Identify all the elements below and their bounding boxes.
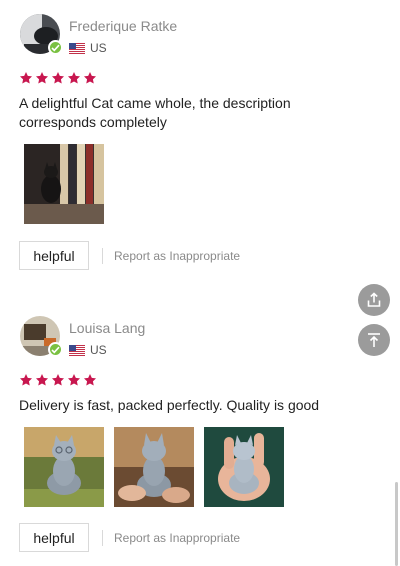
- avatar: [20, 316, 63, 357]
- star-rating: [19, 373, 97, 387]
- review-photo[interactable]: [24, 144, 104, 224]
- reviewer-country: US: [69, 343, 107, 357]
- review-text: A delightful Cat came whole, the descrip…: [19, 95, 291, 130]
- divider: [102, 247, 103, 264]
- review-text: Delivery is fast, packed perfectly. Qual…: [19, 397, 320, 413]
- back-to-top-icon: [368, 333, 380, 347]
- divider: [102, 529, 103, 546]
- scrollbar[interactable]: [395, 482, 398, 566]
- star-icon: [83, 71, 97, 85]
- report-link[interactable]: Report as Inappropriate: [114, 531, 240, 545]
- review-photos: [24, 427, 284, 507]
- helpful-button[interactable]: helpful: [19, 241, 89, 270]
- review-photo[interactable]: [24, 427, 104, 507]
- verified-badge-icon: [48, 40, 63, 55]
- review-photos: [24, 144, 104, 224]
- country-label: US: [90, 343, 107, 357]
- share-icon: [367, 292, 381, 307]
- star-icon: [19, 373, 33, 387]
- verified-badge-icon: [48, 342, 63, 357]
- avatar: [20, 14, 63, 55]
- share-button[interactable]: [358, 284, 390, 316]
- reviewer-name: Frederique Ratke: [69, 18, 178, 34]
- reviewer-country: US: [69, 41, 107, 55]
- review-photo[interactable]: [114, 427, 194, 507]
- helpful-button[interactable]: helpful: [19, 523, 89, 552]
- star-icon: [51, 373, 65, 387]
- star-icon: [35, 71, 49, 85]
- us-flag-icon: [69, 43, 85, 54]
- star-icon: [83, 373, 97, 387]
- report-link[interactable]: Report as Inappropriate: [114, 249, 240, 263]
- back-to-top-button[interactable]: [358, 324, 390, 356]
- star-icon: [67, 373, 81, 387]
- reviewer-name: Louisa Lang: [69, 320, 146, 336]
- star-icon: [19, 71, 33, 85]
- star-rating: [19, 71, 97, 85]
- review-photo[interactable]: [204, 427, 284, 507]
- us-flag-icon: [69, 345, 85, 356]
- star-icon: [67, 71, 81, 85]
- star-icon: [35, 373, 49, 387]
- star-icon: [51, 71, 65, 85]
- country-label: US: [90, 41, 107, 55]
- review-actions: helpful Report as Inappropriate: [19, 241, 240, 270]
- review-actions: helpful Report as Inappropriate: [19, 523, 240, 552]
